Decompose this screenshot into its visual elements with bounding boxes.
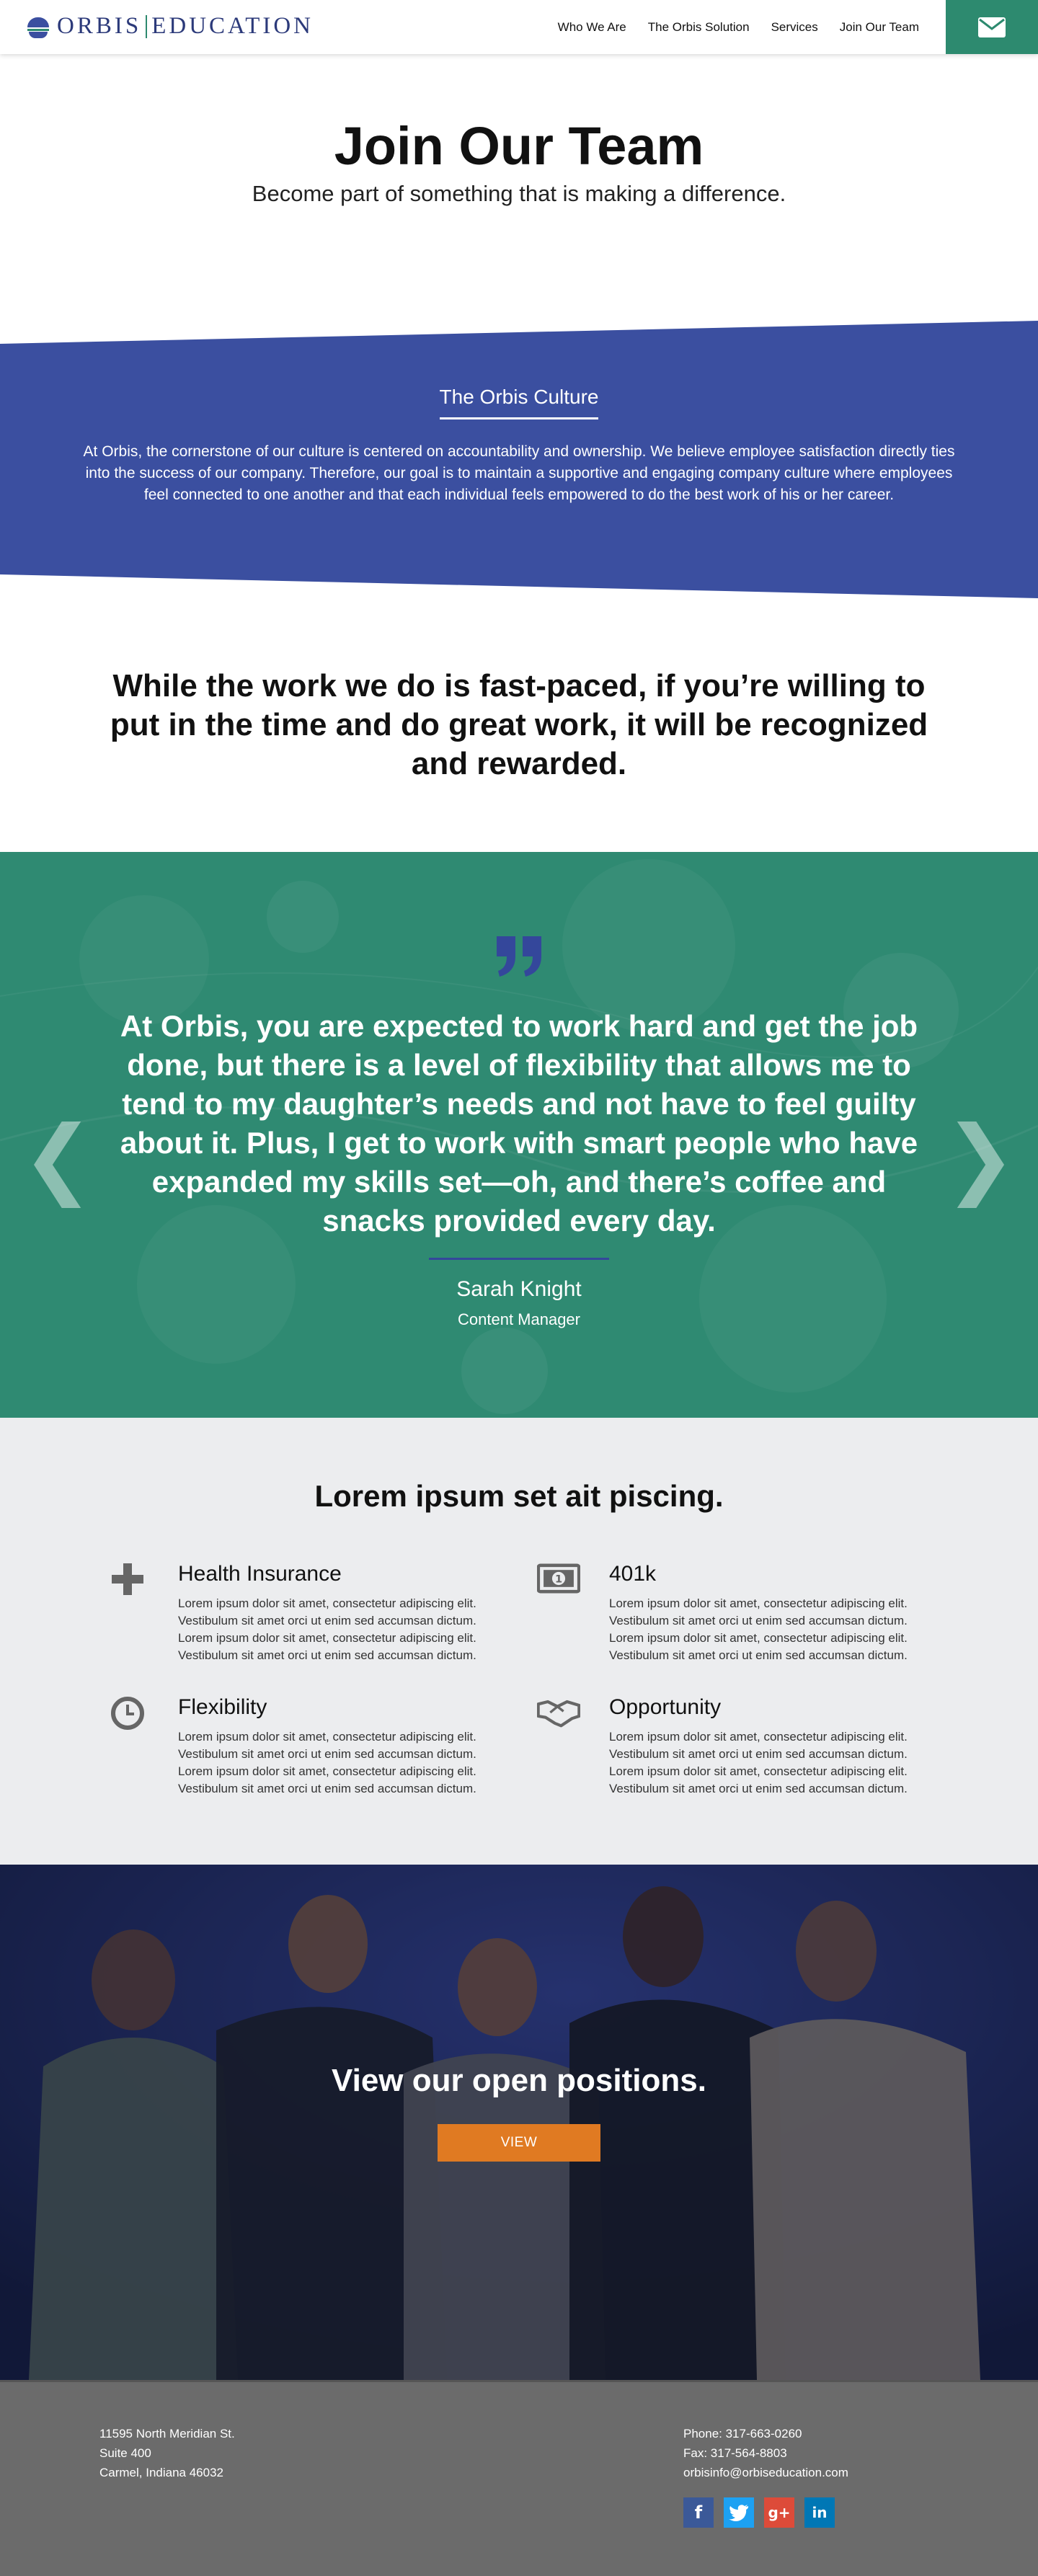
contact-mail-button[interactable] — [946, 0, 1038, 54]
logo-text: ORBIS EDUCATION — [57, 13, 314, 40]
benefit-text: Lorem ipsum dolor sit amet, consectetur … — [609, 1730, 908, 1795]
team-photo — [0, 1865, 1038, 2380]
benefits-section: Lorem ipsum set ait piscing. Health Insu… — [0, 1418, 1038, 1865]
benefit-text: Lorem ipsum dolor sit amet, consectetur … — [178, 1596, 476, 1662]
open-positions-section: View our open positions. VIEW — [0, 1865, 1038, 2380]
benefit-text: Lorem ipsum dolor sit amet, consectetur … — [178, 1730, 476, 1795]
benefit-health-insurance: Health Insurance Lorem ipsum dolor sit a… — [112, 1562, 495, 1664]
social-links: f g+ in — [683, 2497, 835, 2528]
address-line: Suite 400 — [99, 2446, 151, 2460]
carousel-prev-arrow[interactable]: ❮ — [22, 1115, 94, 1202]
site-header: ORBIS EDUCATION Who We Are The Orbis Sol… — [0, 0, 1038, 54]
testimonial-name: Sarah Knight — [456, 1277, 582, 1301]
facebook-icon[interactable]: f — [683, 2497, 714, 2528]
benefit-title: Opportunity — [609, 1695, 722, 1719]
money-icon: 1 — [537, 1562, 580, 1605]
benefit-opportunity: Opportunity Lorem ipsum dolor sit amet, … — [537, 1695, 926, 1798]
footer-address: 11595 North Meridian St. Suite 400 Carme… — [99, 2424, 235, 2482]
footer-phone[interactable]: Phone: 317-663-0260 — [683, 2424, 848, 2443]
nav-who-we-are[interactable]: Who We Are — [558, 20, 626, 35]
benefit-401k: 1 401k Lorem ipsum dolor sit amet, conse… — [537, 1562, 926, 1664]
culture-section: The Orbis Culture At Orbis, the cornerst… — [0, 321, 1038, 598]
quote-icon — [497, 936, 541, 977]
linkedin-icon[interactable]: in — [804, 2497, 835, 2528]
handshake-icon — [537, 1695, 580, 1738]
benefit-title: Flexibility — [178, 1695, 267, 1719]
benefit-title: Health Insurance — [178, 1562, 342, 1586]
nav-orbis-solution[interactable]: The Orbis Solution — [648, 20, 750, 35]
nav-services[interactable]: Services — [771, 20, 818, 35]
google-plus-icon[interactable]: g+ — [764, 2497, 794, 2528]
testimonial-quote: At Orbis, you are expected to work hard … — [120, 1009, 918, 1238]
site-footer: 11595 North Meridian St. Suite 400 Carme… — [0, 2380, 1038, 2576]
view-positions-button[interactable]: VIEW — [438, 2124, 600, 2162]
benefits-heading: Lorem ipsum set ait piscing. — [314, 1479, 724, 1513]
testimonial-divider — [429, 1258, 609, 1260]
carousel-next-arrow[interactable]: ❯ — [944, 1115, 1016, 1202]
logo-text-right: EDUCATION — [151, 13, 314, 39]
orbis-logo-icon — [25, 13, 51, 40]
testimonial-carousel: ❮ ❯ At Orbis, you are expected to work h… — [0, 852, 1038, 1418]
footer-fax: Fax: 317-564-8803 — [683, 2446, 787, 2460]
open-positions-heading: View our open positions. — [332, 2063, 706, 2098]
footer-email[interactable]: orbisinfo@orbiseducation.com — [683, 2463, 848, 2482]
page-subtitle: Become part of something that is making … — [252, 181, 786, 206]
benefit-text: Lorem ipsum dolor sit amet, consectetur … — [609, 1596, 908, 1662]
benefit-flexibility: Flexibility Lorem ipsum dolor sit amet, … — [111, 1695, 495, 1798]
testimonial-role: Content Manager — [458, 1310, 580, 1328]
page-title: Join Our Team — [334, 116, 704, 176]
clock-icon — [106, 1695, 149, 1738]
statement-text: While the work we do is fast-paced, if y… — [110, 668, 928, 781]
culture-body: At Orbis, the cornerstone of our culture… — [83, 443, 955, 503]
hero-section: Join Our Team Become part of something t… — [0, 54, 1038, 321]
logo[interactable]: ORBIS EDUCATION — [25, 13, 314, 40]
twitter-icon[interactable] — [724, 2497, 754, 2528]
logo-text-left: ORBIS — [57, 13, 142, 39]
address-line: 11595 North Meridian St. — [99, 2427, 235, 2440]
statement-section: While the work we do is fast-paced, if y… — [0, 598, 1038, 852]
footer-contact: Phone: 317-663-0260 Fax: 317-564-8803 or… — [683, 2424, 848, 2482]
benefit-title: 401k — [609, 1562, 657, 1586]
plus-icon — [106, 1562, 149, 1605]
envelope-icon — [978, 17, 1006, 37]
culture-heading: The Orbis Culture — [439, 386, 599, 419]
main-nav: Who We Are The Orbis Solution Services J… — [558, 0, 919, 54]
address-line: Carmel, Indiana 46032 — [99, 2466, 224, 2479]
svg-text:1: 1 — [555, 1573, 562, 1585]
nav-join-our-team[interactable]: Join Our Team — [840, 20, 919, 35]
